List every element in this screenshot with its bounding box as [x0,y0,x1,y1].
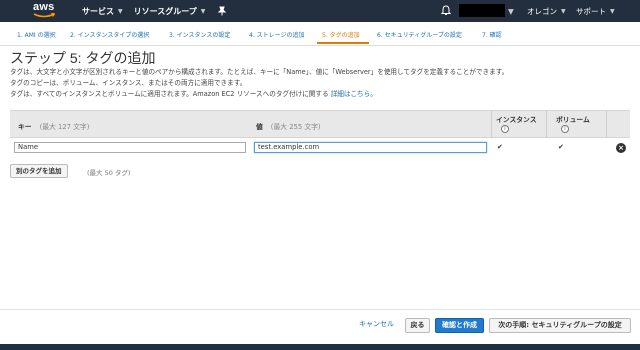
instances-column-header: インスタンス [496,116,537,124]
column-divider [491,111,492,138]
chevron-down-icon[interactable]: ▼ [508,0,514,22]
footer-divider [0,309,640,310]
bell-icon[interactable] [441,5,451,16]
description-line-1: タグは、大文字と小文字が区別されるキーと値のペアから構成されます。たとえば、キー… [10,68,509,76]
step-instance-config[interactable]: 3. インスタンスの設定 [169,30,230,39]
remove-tag-icon[interactable]: × [616,143,626,153]
tag-key-input[interactable]: Name [14,142,246,153]
cancel-button[interactable]: キャンセル [359,318,394,333]
value-header-label: 値 [256,123,263,131]
account-name-redacted[interactable] [459,4,505,17]
region-label: オレゴン [527,6,557,16]
column-divider [606,111,607,138]
learn-more-link[interactable]: 詳細はこちら。 [331,90,377,98]
description-line-3: タグは、すべてのインスタンスとボリュームに適用されます。Amazon EC2 リ… [10,88,377,98]
resource-groups-menu[interactable]: リソースグループ ▼ [134,6,206,17]
max-tags-note: (最大 50 タグ) [87,169,131,177]
description-text: タグは、すべてのインスタンスとボリュームに適用されます。Amazon EC2 リ… [10,90,329,98]
aws-logo[interactable]: aws [31,0,57,22]
chevron-down-icon: ▼ [610,7,615,15]
resource-groups-label: リソースグループ [133,6,197,16]
info-icon[interactable]: i [561,125,569,133]
footer-bar [0,344,640,350]
step-tags[interactable]: 5. タグの追加 [322,30,360,39]
volumes-column-header: ボリューム [556,116,590,124]
wizard-steps: 1. AMI の選択 2. インスタンスタイプの選択 3. インスタンスの設定 … [0,22,640,46]
key-header-label: キー [18,123,32,131]
smile-icon [33,13,55,18]
add-tag-button[interactable]: 別のタグを追加 [10,164,68,178]
value-column-header: 値 (最大 255 文字) [256,121,321,131]
step-instance-type[interactable]: 2. インスタンスタイプの選択 [70,30,149,39]
services-label: サービス [82,6,114,16]
support-menu[interactable]: サポート ▼ [576,0,615,22]
key-column-header: キー (最大 127 文字) [18,121,89,131]
chevron-down-icon: ▼ [118,7,123,15]
key-hint: (最大 127 文字) [39,123,90,131]
instances-checkbox[interactable]: ✔ [497,144,504,151]
table-header: キー (最大 127 文字) 値 (最大 255 文字) インスタンス i ボリュー… [10,110,630,138]
active-step-indicator [317,42,369,44]
column-divider [546,111,547,138]
description-line-2: タグのコピーは、ボリューム、インスタンス、またはその両方に適用できます。 [10,79,247,87]
services-menu[interactable]: サービス ▼ [82,6,123,17]
value-hint: (最大 255 文字) [270,123,321,131]
page-title: ステップ 5: タグの追加 [10,50,156,66]
step-security-group[interactable]: 6. セキュリティグループの設定 [377,30,462,39]
pin-icon[interactable] [217,6,227,16]
back-button[interactable]: 戻る [405,318,430,333]
step-ami[interactable]: 1. AMI の選択 [17,30,56,39]
info-icon[interactable]: i [501,125,509,133]
step-storage[interactable]: 4. ストレージの追加 [249,30,305,39]
tag-value-input[interactable]: test.example.com [254,142,487,153]
chevron-down-icon: ▼ [200,7,206,15]
region-menu[interactable]: オレゴン ▼ [527,0,566,22]
chevron-down-icon: ▼ [561,7,566,15]
top-nav: aws サービス ▼ リソースグループ ▼ ▼ オレゴン ▼ サポート ▼ [0,0,640,22]
review-and-launch-button[interactable]: 確認と作成 [435,318,484,333]
table-row: Name test.example.com ✔ ✔ × [10,138,630,158]
tags-table: キー (最大 127 文字) 値 (最大 255 文字) インスタンス i ボリュー… [10,110,630,158]
next-security-group-button[interactable]: 次の手順: セキュリティグループの設定 [489,318,631,333]
logo-text: aws [33,1,55,13]
support-label: サポート [576,6,606,16]
volumes-checkbox[interactable]: ✔ [558,144,565,151]
step-review[interactable]: 7. 確認 [482,30,502,39]
